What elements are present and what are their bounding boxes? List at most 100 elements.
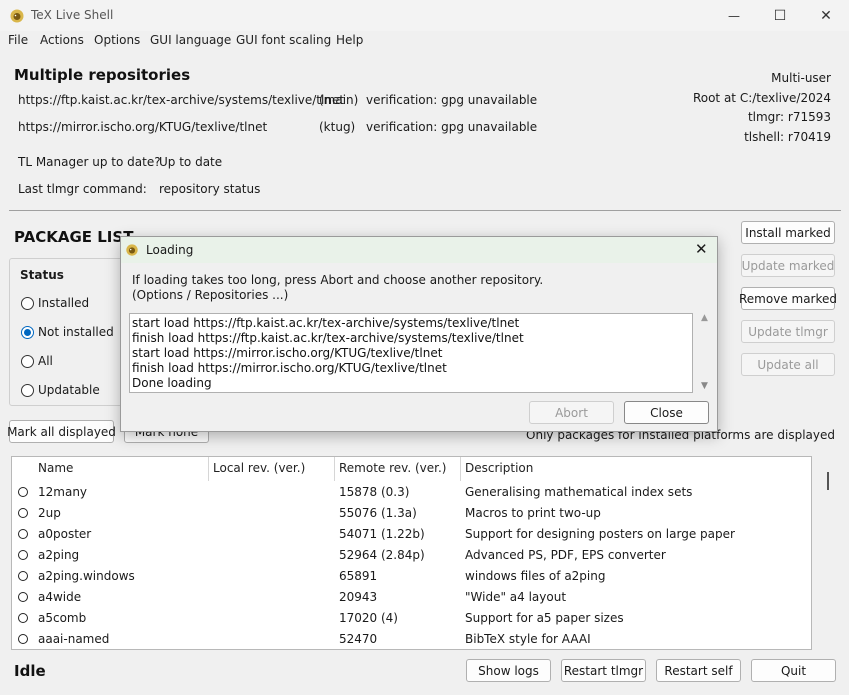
row-mark-radio[interactable] — [18, 634, 28, 644]
show-logs-button[interactable]: Show logs — [466, 659, 551, 682]
row-mark-radio[interactable] — [18, 508, 28, 518]
package-name: 12many — [38, 485, 88, 499]
menu-file[interactable]: File — [8, 33, 28, 47]
repo-ktug-url: https://mirror.ischo.org/KTUG/texlive/tl… — [18, 120, 268, 134]
table-row[interactable]: a4wide 20943 "Wide" a4 layout — [12, 587, 811, 608]
update-all-button[interactable]: Update all — [741, 353, 835, 376]
maximize-icon: ☐ — [773, 7, 787, 24]
table-row[interactable]: aaai-named 52470 BibTeX style for AAAI — [12, 629, 811, 649]
package-name: a2ping.windows — [38, 569, 135, 583]
radio-installed[interactable] — [21, 297, 34, 310]
package-description: windows files of a2ping — [465, 569, 606, 583]
package-description: Macros to print two-up — [465, 506, 601, 520]
column-divider[interactable] — [208, 457, 209, 481]
column-local-rev[interactable]: Local rev. (ver.) — [213, 461, 305, 475]
table-row[interactable]: 2up 55076 (1.3a) Macros to print two-up — [12, 503, 811, 524]
repo-main-tag: (main) — [319, 93, 359, 107]
dialog-close-icon[interactable]: ✕ — [695, 240, 708, 258]
tlmgr-uptodate-value: Up to date — [159, 155, 223, 169]
package-description: Support for a5 paper sizes — [465, 611, 624, 625]
minimize-button[interactable]: — — [711, 0, 757, 31]
loading-dialog: Loading ✕ If loading takes too long, pre… — [120, 236, 718, 432]
row-mark-radio[interactable] — [18, 613, 28, 623]
package-name: a2ping — [38, 548, 80, 562]
table-row[interactable]: 12many 15878 (0.3) Generalising mathematic… — [12, 482, 811, 503]
column-divider[interactable] — [460, 457, 461, 481]
last-command-label: Last tlmgr command: — [18, 182, 147, 196]
maximize-button[interactable]: ☐ — [757, 0, 803, 31]
minimize-icon: — — [728, 8, 740, 23]
title-bar: TeX Live Shell — ☐ ✕ — [0, 0, 849, 31]
install-mode: Multi-user — [771, 71, 831, 85]
radio-all[interactable] — [21, 355, 34, 368]
scroll-up-icon[interactable]: ▲ — [701, 313, 708, 323]
restart-tlmgr-button[interactable]: Restart tlmgr — [561, 659, 646, 682]
tlshell-revision: tlshell: r70419 — [744, 129, 831, 144]
remove-marked-button[interactable]: Remove marked — [739, 287, 837, 310]
repo-ktug-verification: verification: gpg unavailable — [366, 120, 538, 134]
table-row[interactable]: a5comb 17020 (4) Support for a5 paper size… — [12, 608, 811, 629]
tex-lion-icon — [126, 244, 138, 256]
package-name: a5comb — [38, 611, 87, 625]
package-remote-rev: 65891 — [339, 569, 378, 583]
abort-button[interactable]: Abort — [529, 401, 614, 424]
status-group: Status Installed Not installed All Updat… — [9, 258, 129, 406]
close-icon: ✕ — [820, 7, 832, 24]
row-mark-radio[interactable] — [18, 550, 28, 560]
package-description: Support for designing posters on large p… — [465, 527, 735, 541]
update-marked-button[interactable]: Update marked — [741, 254, 835, 277]
package-name: 2up — [38, 506, 61, 520]
menu-help[interactable]: Help — [336, 33, 363, 47]
package-description: BibTeX style for AAAI — [465, 632, 591, 646]
package-list-heading: PACKAGE LIST — [14, 228, 134, 246]
restart-self-button[interactable]: Restart self — [656, 659, 741, 682]
package-remote-rev: 55076 (1.3a) — [339, 506, 417, 520]
menu-gui-language[interactable]: GUI language — [150, 33, 231, 47]
install-marked-button[interactable]: Install marked — [741, 221, 835, 244]
column-description[interactable]: Description — [465, 461, 533, 475]
table-row[interactable]: a2ping 52964 (2.84p) Advanced PS, PDF, EPS… — [12, 545, 811, 566]
row-mark-radio[interactable] — [18, 571, 28, 581]
quit-button[interactable]: Quit — [751, 659, 836, 682]
radio-updatable[interactable] — [21, 384, 34, 397]
menu-options[interactable]: Options — [94, 33, 140, 47]
repo-main-verification: verification: gpg unavailable — [366, 93, 538, 107]
tlmgr-revision: tlmgr: r71593 — [747, 110, 831, 124]
table-scrollbar[interactable] — [827, 472, 829, 490]
dialog-close-button[interactable]: Close — [624, 401, 709, 424]
radio-not-installed[interactable] — [21, 326, 34, 339]
column-name[interactable]: Name — [38, 461, 73, 475]
repo-main-url: https://ftp.kaist.ac.kr/tex-archive/syst… — [18, 93, 345, 107]
column-divider[interactable] — [334, 457, 335, 481]
log-line: finish load https://ftp.kaist.ac.kr/tex-… — [132, 331, 524, 345]
package-description: Generalising mathematical index sets — [465, 485, 693, 499]
status-label: Status — [20, 268, 64, 282]
scroll-down-icon[interactable]: ▼ — [701, 381, 708, 391]
dialog-title-bar: Loading ✕ — [121, 237, 717, 263]
menu-bar: File Actions Options GUI language GUI fo… — [0, 31, 849, 51]
table-row[interactable]: a2ping.windows 65891 windows files of a2pi… — [12, 566, 811, 587]
loading-log[interactable]: start load https://ftp.kaist.ac.kr/tex-a… — [129, 313, 693, 393]
package-name: aaai-named — [38, 632, 110, 646]
log-line: start load https://ftp.kaist.ac.kr/tex-a… — [132, 316, 520, 330]
package-description: "Wide" a4 layout — [465, 590, 567, 604]
close-window-button[interactable]: ✕ — [803, 0, 849, 31]
mark-all-displayed-button[interactable]: Mark all displayed — [7, 420, 116, 443]
package-name: a0poster — [38, 527, 92, 541]
update-tlmgr-button[interactable]: Update tlmgr — [741, 320, 835, 343]
row-mark-radio[interactable] — [18, 592, 28, 602]
package-table: Name Local rev. (ver.) Remote rev. (ver.… — [11, 456, 812, 650]
column-remote-rev[interactable]: Remote rev. (ver.) — [339, 461, 446, 475]
divider — [9, 210, 841, 211]
row-mark-radio[interactable] — [18, 487, 28, 497]
log-line: start load https://mirror.ischo.org/KTUG… — [132, 346, 443, 360]
menu-gui-font-scaling[interactable]: GUI font scaling — [236, 33, 331, 47]
row-mark-radio[interactable] — [18, 529, 28, 539]
installation-info: Multi-user Root at C:/texlive/2024 tlmgr… — [693, 69, 831, 147]
table-row[interactable]: a0poster 54071 (1.22b) Support for designi… — [12, 524, 811, 545]
dialog-message: If loading takes too long, press Abort a… — [132, 273, 544, 287]
package-remote-rev: 17020 (4) — [339, 611, 398, 625]
menu-actions[interactable]: Actions — [40, 33, 84, 47]
package-description: Advanced PS, PDF, EPS converter — [465, 548, 666, 562]
dialog-message-hint: (Options / Repositories ...) — [132, 288, 289, 302]
